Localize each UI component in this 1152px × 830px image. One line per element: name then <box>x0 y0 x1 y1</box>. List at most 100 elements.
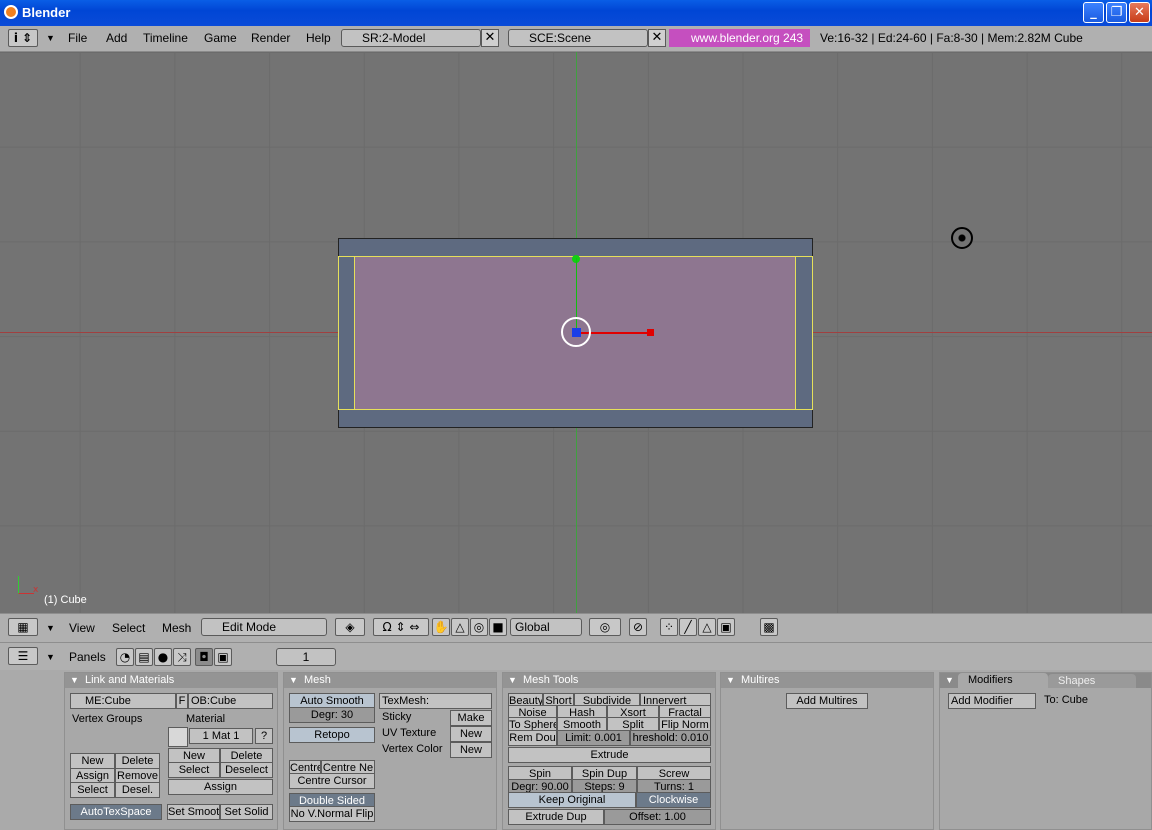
scale-manipulator-icon[interactable]: ◎ <box>470 618 488 636</box>
material-help-button[interactable]: ? <box>255 728 273 744</box>
vertex-select-icon[interactable]: ⁘ <box>660 618 678 636</box>
multires-panel: Multires Add Multires <box>720 672 934 830</box>
editing-context-icon[interactable]: ◘ <box>195 648 213 666</box>
material-deselect-button[interactable]: Deselect <box>220 762 273 778</box>
window-titlebar: Blender _ ❐ ✕ <box>0 0 1152 26</box>
tab-shapes[interactable]: Shapes <box>1048 674 1136 688</box>
object-context-icon[interactable]: ⤨ <box>173 648 191 666</box>
material-index-field[interactable]: 1 Mat 1 <box>189 728 253 744</box>
menu-help[interactable]: Help <box>306 31 331 45</box>
scene-selector[interactable]: SCE:Scene <box>508 29 648 47</box>
menu-game[interactable]: Game <box>204 31 237 45</box>
sticky-label: Sticky <box>382 711 412 723</box>
shading-context-icon[interactable]: ● <box>154 648 172 666</box>
menu-add[interactable]: Add <box>106 31 127 45</box>
link-materials-panel: Link and Materials ME:Cube F OB:Cube Ver… <box>64 672 278 830</box>
menu-view[interactable]: View <box>69 621 95 635</box>
maximize-button[interactable]: ❐ <box>1106 2 1127 23</box>
extrude-button[interactable]: Extrude <box>508 747 711 763</box>
menu-render[interactable]: Render <box>251 31 290 45</box>
panel-title[interactable]: Mesh <box>284 673 496 688</box>
menu-select[interactable]: Select <box>112 621 145 635</box>
fake-user-button[interactable]: F <box>176 693 188 709</box>
panel-title[interactable]: Mesh Tools <box>503 673 715 688</box>
sticky-make-button[interactable]: Make <box>450 710 492 726</box>
x-handle[interactable] <box>647 329 654 336</box>
snap-icon[interactable]: ⊘ <box>629 618 647 636</box>
menu-mesh[interactable]: Mesh <box>162 621 191 635</box>
menu-file[interactable]: File <box>68 31 87 45</box>
vertex-color-new-button[interactable]: New <box>450 742 492 758</box>
edge-select-icon[interactable]: ╱ <box>679 618 697 636</box>
panel-title[interactable]: Link and Materials <box>65 673 277 688</box>
frame-counter[interactable]: 1 <box>276 648 336 666</box>
buttons-header: ☰ ▼ Panels ◔ ▤ ● ⤨ ◘ ▣ 1 <box>0 642 1152 670</box>
material-color-swatch[interactable] <box>168 727 188 747</box>
grab-manipulator-icon[interactable]: ✋ <box>432 618 450 636</box>
add-modifier-button[interactable]: Add Modifier <box>948 693 1036 709</box>
z-handle[interactable] <box>572 328 581 337</box>
pivot-icon[interactable]: Ω ⇕ ⇔ <box>373 618 429 636</box>
panel-title[interactable]: Multires <box>721 673 933 688</box>
mode-selector[interactable]: Edit Mode <box>201 618 327 636</box>
uv-texture-new-button[interactable]: New <box>450 726 492 742</box>
mesh-name-field[interactable]: ME:Cube <box>70 693 176 709</box>
3d-view-window-type-icon[interactable]: ▦ <box>8 618 38 636</box>
object-name-field[interactable]: OB:Cube <box>188 693 273 709</box>
scene-context-icon[interactable]: ▣ <box>214 648 232 666</box>
vgroup-deselect-button[interactable]: Desel. <box>115 782 160 798</box>
menu-timeline[interactable]: Timeline <box>143 31 188 45</box>
clockwise-toggle[interactable]: Clockwise <box>636 792 711 808</box>
3d-view-header: ▦ ▼ View Select Mesh Edit Mode ◈ Ω ⇕ ⇔ ✋… <box>0 613 1152 642</box>
info-window-type-icon[interactable]: i ⇕ <box>8 29 38 47</box>
offset-field[interactable]: Offset: 1.00 <box>604 809 711 825</box>
vgroup-new-button[interactable]: New <box>70 753 115 769</box>
delete-screen-button[interactable]: ✕ <box>481 29 499 47</box>
add-multires-button[interactable]: Add Multires <box>786 693 868 709</box>
delete-scene-button[interactable]: ✕ <box>648 29 666 47</box>
vgroup-delete-button[interactable]: Delete <box>115 753 160 769</box>
buttons-window-type-icon[interactable]: ☰ <box>8 647 38 665</box>
collapse-header-icon[interactable]: ▼ <box>46 623 55 633</box>
panel-title: Modifiers Shapes <box>940 673 1151 688</box>
limit-field[interactable]: Limit: 0.001 <box>557 730 630 746</box>
blender-url-badge[interactable]: www.blender.org 243 <box>669 29 810 47</box>
material-label: Material <box>186 713 226 725</box>
script-context-icon[interactable]: ▤ <box>135 648 153 666</box>
scene-stats: Ve:16-32 | Ed:24-60 | Fa:8-30 | Mem:2.82… <box>820 31 1083 45</box>
material-select-button[interactable]: Select <box>168 762 220 778</box>
face-select-icon[interactable]: △ <box>698 618 716 636</box>
draw-type-icon[interactable]: ◈ <box>335 618 365 636</box>
screen-selector[interactable]: SR:2-Model <box>341 29 481 47</box>
minimize-button[interactable]: _ <box>1083 2 1104 23</box>
threshold-field[interactable]: hreshold: 0.010 <box>630 730 711 746</box>
translate-manipulator-icon[interactable]: ■ <box>489 618 507 636</box>
collapse-buttons-icon[interactable]: ▼ <box>46 652 55 662</box>
logic-context-icon[interactable]: ◔ <box>116 648 134 666</box>
keep-original-toggle[interactable]: Keep Original <box>508 792 636 808</box>
extrude-dup-button[interactable]: Extrude Dup <box>508 809 604 825</box>
view-axis-icon <box>18 576 34 594</box>
autotexspace-toggle[interactable]: AutoTexSpace <box>70 804 162 820</box>
close-button[interactable]: ✕ <box>1129 2 1150 23</box>
orientation-selector[interactable]: Global <box>510 618 582 636</box>
3d-viewport[interactable]: x (1) Cube <box>0 52 1152 613</box>
smooth-degree-field[interactable]: Degr: 30 <box>289 707 375 723</box>
occlude-geometry-icon[interactable]: ▣ <box>717 618 735 636</box>
tab-modifiers[interactable]: Modifiers <box>958 673 1048 688</box>
set-smooth-button[interactable]: Set Smoot <box>167 804 220 820</box>
retopo-toggle[interactable]: Retopo <box>289 727 375 743</box>
lamp-icon[interactable] <box>951 227 973 249</box>
collapse-menu-icon[interactable]: ▼ <box>46 33 55 43</box>
set-solid-button[interactable]: Set Solid <box>220 804 273 820</box>
rotate-manipulator-icon[interactable]: △ <box>451 618 469 636</box>
remove-doubles-button[interactable]: Rem Dou <box>508 730 557 746</box>
render-view-icon[interactable]: ▩ <box>760 618 778 636</box>
no-vnormal-flip-toggle[interactable]: No V.Normal Flip <box>289 806 375 822</box>
centre-cursor-button[interactable]: Centre Cursor <box>289 773 375 789</box>
texmesh-field[interactable]: TexMesh: <box>379 693 492 709</box>
material-assign-button[interactable]: Assign <box>168 779 273 795</box>
uv-texture-label: UV Texture <box>382 727 437 739</box>
proportional-edit-icon[interactable]: ◎ <box>589 618 621 636</box>
vgroup-select-button[interactable]: Select <box>70 782 115 798</box>
